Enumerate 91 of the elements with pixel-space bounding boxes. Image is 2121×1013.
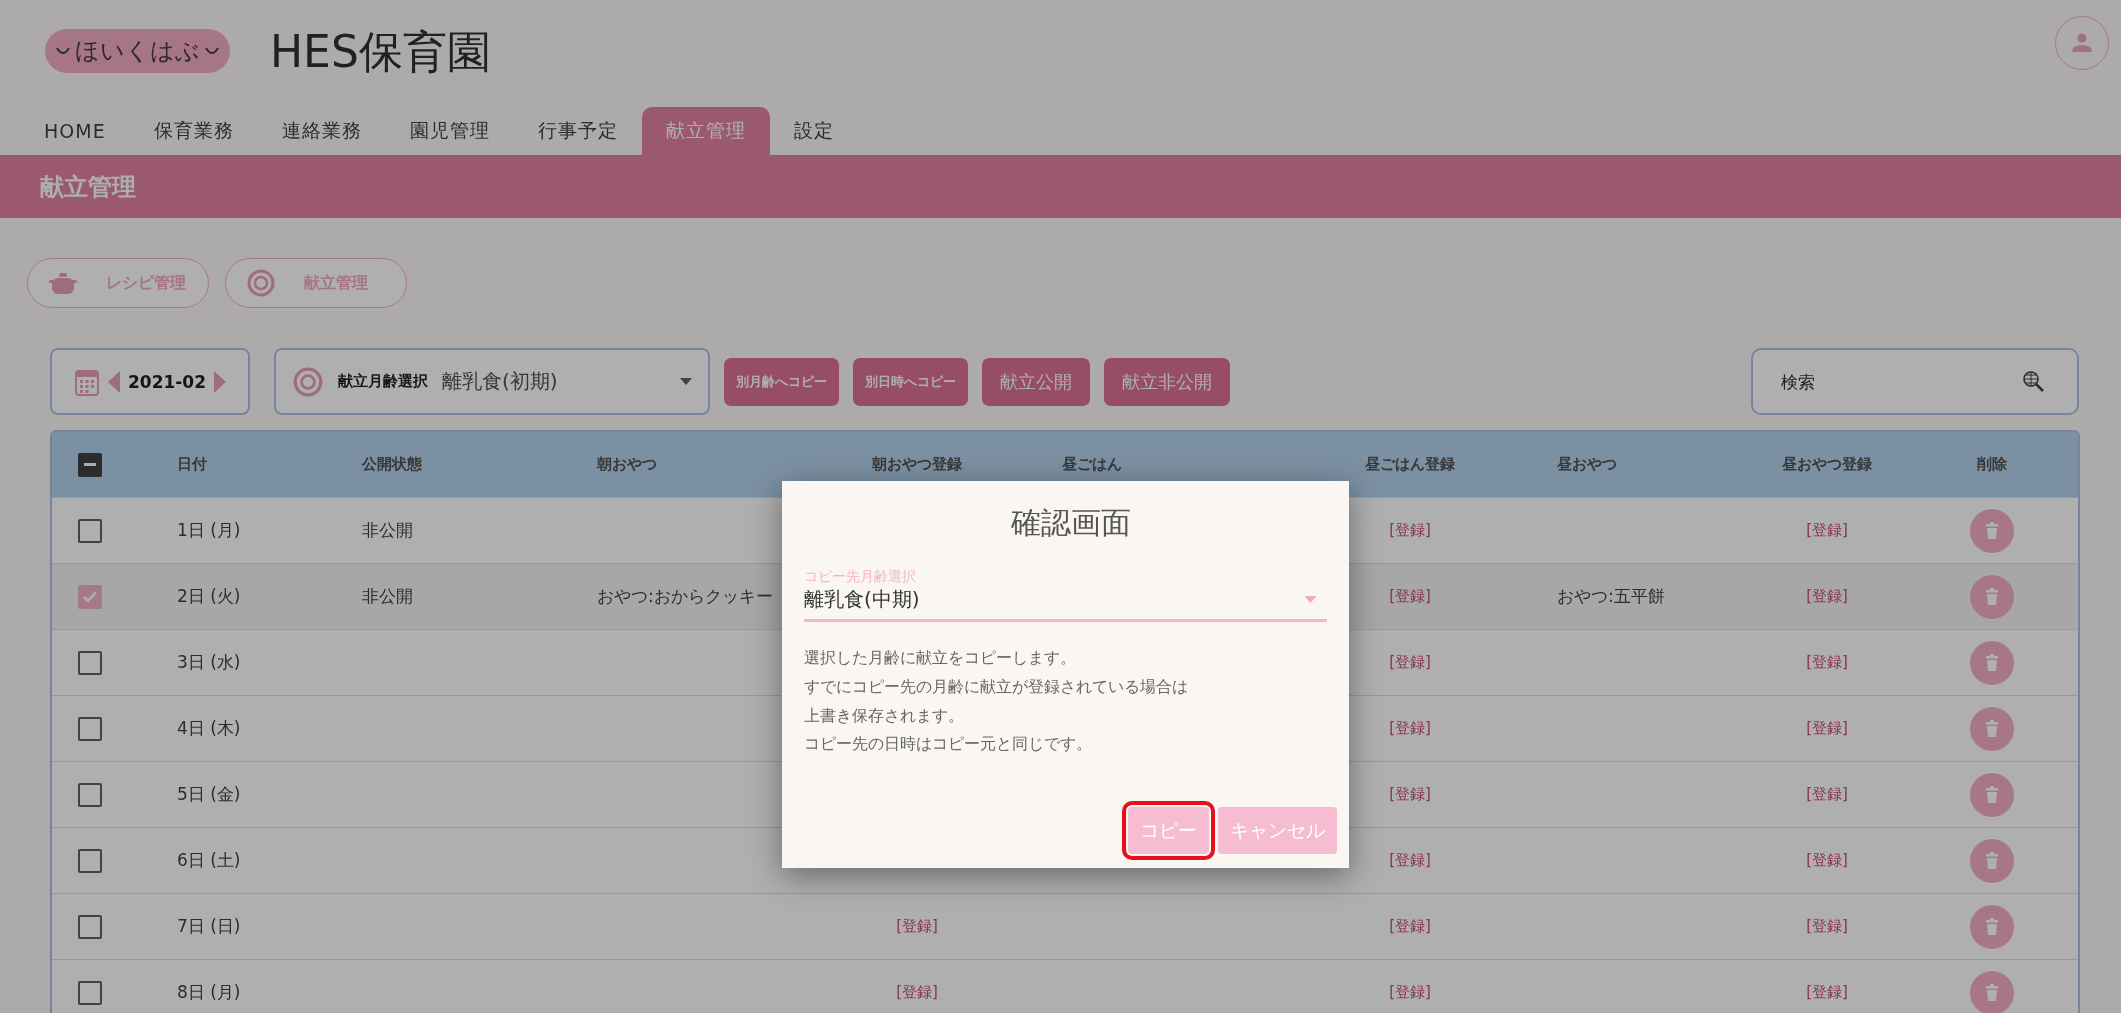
action-button[interactable]: 別日時へコピー [853, 357, 969, 406]
row-checkbox[interactable] [78, 782, 102, 807]
table-cell: 非公開 [362, 519, 413, 542]
person-icon [2070, 31, 2094, 55]
dialog-message: 上書き保存されます。 [804, 704, 964, 727]
table-cell: 非公開 [362, 585, 413, 608]
nav-tab[interactable]: 連絡業務 [257, 107, 386, 155]
dialog-title: 確認画面 [1009, 504, 1132, 542]
row-checkbox[interactable] [78, 584, 102, 609]
delete-button[interactable] [1970, 574, 2014, 619]
delete-button[interactable] [1970, 706, 2014, 751]
logo-text: ほいくはぶ [75, 35, 200, 67]
search-icon [2021, 369, 2045, 393]
register-link[interactable]: [登録] [1389, 587, 1431, 606]
search-field[interactable]: 検索 [1751, 348, 2079, 415]
register-link[interactable]: [登録] [1389, 983, 1431, 1002]
minus-icon [84, 463, 96, 466]
register-link[interactable]: [登録] [896, 917, 938, 936]
register-link[interactable]: [登録] [1389, 785, 1431, 804]
column-header: 公開状態 [362, 455, 422, 474]
register-link[interactable]: [登録] [1389, 719, 1431, 738]
smile-icon [204, 45, 220, 56]
register-link[interactable]: [登録] [1806, 521, 1848, 540]
table-cell: 5日 (金) [177, 783, 241, 806]
age-select[interactable]: コピー先月齢選択 離乳食(中期) [804, 568, 1327, 622]
nav-tab[interactable]: 園児管理 [385, 107, 514, 155]
column-header: 削除 [1977, 455, 2007, 474]
register-link[interactable]: [登録] [1389, 521, 1431, 540]
nav-tab[interactable]: 行事予定 [513, 107, 642, 155]
table-cell: 2日 (火) [177, 585, 241, 608]
select-label: 献立月齢選択 [338, 372, 429, 391]
month-picker[interactable]: 2021-02 [50, 348, 251, 415]
delete-button[interactable] [1970, 772, 2014, 817]
column-header: 朝おやつ [597, 455, 657, 474]
register-link[interactable]: [登録] [1806, 653, 1848, 672]
action-button[interactable]: 別月齢へコピー [724, 357, 840, 406]
column-header: 日付 [177, 455, 207, 474]
smile-icon [55, 45, 71, 56]
register-link[interactable]: [登録] [1806, 785, 1848, 804]
age-select[interactable]: 献立月齢選択 離乳食(初期) [274, 348, 711, 415]
next-icon[interactable] [214, 370, 227, 393]
table-cell: 4日 (木) [177, 717, 241, 740]
table-cell: 7日 (日) [177, 915, 241, 938]
previous-icon[interactable] [108, 370, 120, 393]
delete-button[interactable] [1970, 838, 2014, 883]
caret-icon [1304, 596, 1317, 603]
row-checkbox[interactable] [78, 650, 102, 675]
table-cell: 8日 (月) [177, 981, 241, 1004]
register-link[interactable]: [登録] [1806, 983, 1848, 1002]
table-cell: おやつ:おからクッキー [597, 585, 773, 608]
select-all-checkbox[interactable] [78, 452, 102, 477]
dialog-message: コピー先の日時はコピー元と同じです。 [804, 733, 1092, 756]
nav-tab[interactable]: 設定 [769, 107, 858, 155]
table-cell: 1日 (月) [177, 519, 241, 542]
column-header: 昼おやつ [1557, 455, 1617, 474]
register-link[interactable]: [登録] [896, 983, 938, 1002]
action-button[interactable]: 献立非公開 [1104, 357, 1231, 406]
delete-button[interactable] [1970, 904, 2014, 949]
column-header: 昼ごはん登録 [1365, 455, 1455, 474]
column-header: 昼おやつ登録 [1782, 455, 1872, 474]
caret-icon [680, 378, 693, 385]
row-checkbox[interactable] [78, 980, 102, 1005]
nav-tab[interactable]: HOME [20, 107, 130, 155]
column-header: 朝おやつ登録 [872, 455, 962, 474]
nav-tab[interactable]: 保育業務 [129, 107, 258, 155]
table-cell: 3日 (水) [177, 651, 241, 674]
nav-tab[interactable]: 献立管理 [641, 107, 770, 155]
row-checkbox[interactable] [78, 518, 102, 543]
row-checkbox[interactable] [78, 716, 102, 741]
register-link[interactable]: [登録] [1389, 653, 1431, 672]
table-cell: おやつ:五平餅 [1557, 585, 1665, 608]
column-header: 昼ごはん [1062, 455, 1122, 474]
delete-button[interactable] [1970, 970, 2014, 1013]
register-link[interactable]: [登録] [1806, 851, 1848, 870]
register-link[interactable]: [登録] [1389, 917, 1431, 936]
dialog-message: すでにコピー先の月齢に献立が登録されている場合は [804, 675, 1188, 698]
row-checkbox[interactable] [78, 848, 102, 873]
register-link[interactable]: [登録] [1806, 917, 1848, 936]
action-button[interactable]: 献立公開 [982, 357, 1091, 406]
register-link[interactable]: [登録] [1806, 587, 1848, 606]
delete-button[interactable] [1970, 508, 2014, 553]
register-link[interactable]: [登録] [1806, 719, 1848, 738]
dialog-message: 選択した月齢に献立をコピーします。 [804, 647, 1076, 669]
row-checkbox[interactable] [78, 914, 102, 939]
select-value: 離乳食(初期) [442, 368, 559, 395]
site-title: HES保育園 [270, 25, 491, 79]
register-link[interactable]: [登録] [1389, 851, 1431, 870]
page-title: 献立管理 [40, 171, 136, 203]
month-label: 2021-02 [128, 371, 207, 392]
delete-button[interactable] [1970, 640, 2014, 685]
table-cell: 6日 (土) [177, 849, 241, 872]
